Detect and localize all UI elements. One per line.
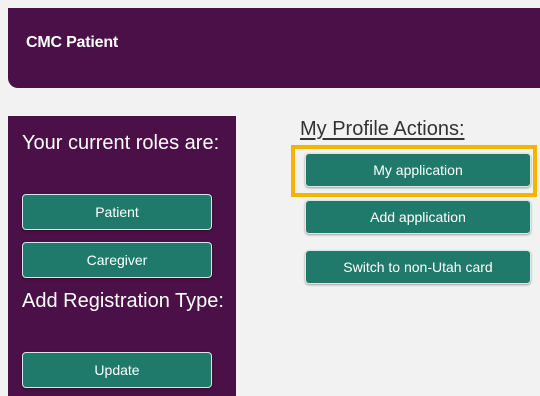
patient-role-button[interactable]: Patient	[22, 194, 212, 230]
add-registration-heading: Add Registration Type:	[22, 290, 224, 312]
header-bar: CMC Patient	[8, 8, 540, 88]
my-application-button[interactable]: My application	[305, 153, 531, 187]
switch-card-button[interactable]: Switch to non-Utah card	[305, 250, 531, 284]
roles-heading: Your current roles are:	[22, 132, 220, 154]
add-application-button[interactable]: Add application	[305, 200, 531, 234]
update-button[interactable]: Update	[22, 352, 212, 388]
profile-actions-title: My Profile Actions:	[300, 118, 465, 140]
page-title: CMC Patient	[26, 34, 119, 51]
caregiver-role-button[interactable]: Caregiver	[22, 242, 212, 278]
sidebar: Your current roles are: Patient Caregive…	[8, 116, 236, 396]
